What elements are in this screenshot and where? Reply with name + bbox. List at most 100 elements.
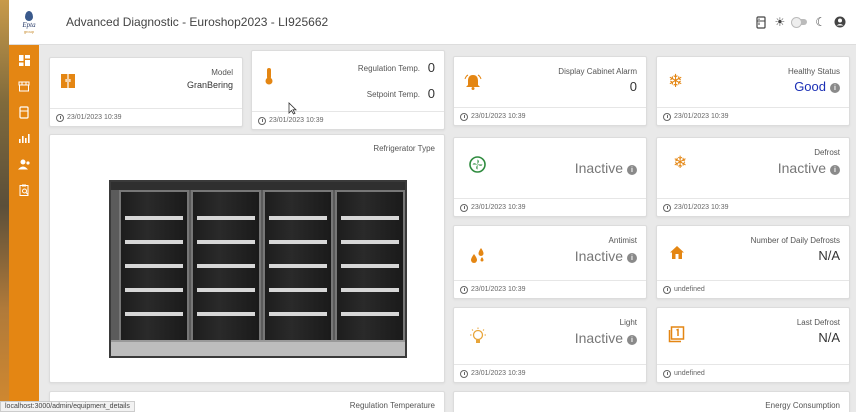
chart-icon[interactable]: [14, 131, 34, 145]
light-label: Light: [619, 318, 637, 327]
model-value: GranBering: [186, 80, 233, 90]
info-icon[interactable]: i: [627, 165, 637, 176]
light-value-wrap: Inactive i: [575, 330, 637, 346]
temperature-card: Regulation Temp. 0 Setpoint Temp. 0 23/0…: [251, 50, 445, 130]
lightbulb-icon: [469, 327, 487, 350]
logo-drop-icon: [25, 10, 33, 21]
info-icon[interactable]: i: [830, 83, 840, 94]
snowflake-icon: ❄: [668, 71, 684, 91]
timestamp: 23/01/2023 10:39: [471, 204, 526, 211]
clock-icon: [460, 285, 468, 294]
report-icon[interactable]: [14, 183, 34, 197]
thermometer-icon: [264, 67, 274, 89]
regulation-temp-value: 0: [427, 60, 435, 75]
healthy-label: Healthy Status: [787, 67, 840, 76]
defrost-value: Inactive: [777, 160, 826, 176]
refrigerator-type-label: Refrigerator Type: [373, 144, 435, 153]
model-label: Model: [211, 68, 233, 77]
page-title: Advanced Diagnostic - Euroshop2023 - LI9…: [66, 15, 329, 29]
model-footer: 23/01/2023 10:39: [50, 108, 242, 126]
daily-defrosts-value: N/A: [818, 248, 840, 263]
top-header: Epta group Advanced Diagnostic - Eurosho…: [9, 0, 856, 45]
daily-defrosts-card: Number of Daily Defrosts N/A undefined: [656, 225, 850, 299]
door-icon: [60, 73, 76, 93]
timestamp: 23/01/2023 10:39: [269, 117, 324, 124]
daily-defrosts-footer: undefined: [657, 280, 849, 298]
alarm-label: Display Cabinet Alarm: [558, 67, 637, 76]
defrost-value-wrap: Inactive i: [778, 160, 840, 176]
store-icon[interactable]: [14, 79, 34, 93]
background-strip: [0, 0, 9, 412]
clock-icon: [663, 203, 671, 212]
users-icon[interactable]: [14, 157, 34, 171]
home-icon: [669, 245, 685, 264]
logo-word: Epta: [22, 20, 36, 29]
regulation-temp-label: Regulation Temp.: [357, 64, 420, 73]
regulation-temperature-label: Regulation Temperature: [349, 401, 435, 410]
timestamp: 23/01/2023 10:39: [674, 204, 729, 211]
setpoint-temp-label: Setpoint Temp.: [366, 90, 420, 99]
clock-icon: [663, 112, 671, 121]
info-icon[interactable]: i: [627, 335, 637, 346]
daily-defrosts-label: Number of Daily Defrosts: [750, 236, 840, 245]
dashboard-icon[interactable]: [14, 53, 34, 67]
fan-value: Inactive: [574, 160, 623, 176]
droplets-icon: [469, 246, 487, 268]
logo-sub: group: [23, 28, 35, 34]
last-defrost-label: Last Defrost: [796, 318, 840, 327]
sun-icon[interactable]: ☀: [774, 15, 785, 29]
antimist-label: Antimist: [608, 236, 637, 245]
user-icon[interactable]: [834, 16, 846, 28]
clock-icon: [663, 369, 671, 378]
timestamp: 23/01/2023 10:39: [471, 113, 526, 120]
antimist-value-wrap: Inactive i: [575, 248, 637, 264]
moon-icon[interactable]: ☾: [815, 15, 826, 29]
fan-value-wrap: Inactive i: [575, 160, 637, 176]
browser-status-url: localhost:3000/admin/equipment_details: [0, 401, 135, 412]
sidebar: [9, 45, 39, 412]
defrost-icon: ❄: [673, 153, 688, 172]
epta-logo[interactable]: Epta group: [13, 0, 45, 45]
last-defrost-value: N/A: [818, 330, 840, 345]
fan-footer: 23/01/2023 10:39: [454, 198, 646, 216]
antimist-footer: 23/01/2023 10:39: [454, 280, 646, 298]
timestamp: 23/01/2023 10:39: [67, 114, 122, 121]
clock-icon: [460, 203, 468, 212]
timestamp: undefined: [674, 370, 705, 377]
healthy-status-card: ❄ Healthy Status Good i 23/01/2023 10:39: [656, 56, 850, 126]
model-card: Model GranBering 23/01/2023 10:39: [49, 57, 243, 127]
defrost-card: ❄ Defrost Inactive i 23/01/2023 10:39: [656, 137, 850, 217]
mouse-cursor: [288, 102, 297, 118]
timestamp: 23/01/2023 10:39: [471, 286, 526, 293]
energy-consumption-label: Energy Consumption: [765, 401, 840, 410]
alarm-value: 0: [629, 79, 637, 94]
fridge-icon[interactable]: [14, 105, 34, 119]
alarm-footer: 23/01/2023 10:39: [454, 107, 646, 125]
clock-icon: [663, 285, 671, 294]
healthy-value-wrap: Good i: [794, 79, 840, 94]
light-footer: 23/01/2023 10:39: [454, 364, 646, 382]
temperature-footer: 23/01/2023 10:39: [252, 111, 444, 129]
fan-card: Inactive i 23/01/2023 10:39: [453, 137, 647, 217]
calendar-one-icon: [668, 326, 685, 347]
refrigerator-image: [109, 180, 407, 358]
theme-toggle[interactable]: [791, 17, 808, 28]
fridge-icon[interactable]: [756, 15, 767, 29]
light-value: Inactive: [574, 330, 623, 346]
alarm-card: Display Cabinet Alarm 0 23/01/2023 10:39: [453, 56, 647, 126]
fan-icon: [469, 156, 486, 177]
light-card: Light Inactive i 23/01/2023 10:39: [453, 307, 647, 383]
main-content: Model GranBering 23/01/2023 10:39 Regula…: [39, 45, 856, 412]
bell-icon: [464, 74, 482, 94]
defrost-footer: 23/01/2023 10:39: [657, 198, 849, 216]
defrost-label: Defrost: [814, 148, 840, 157]
info-icon[interactable]: i: [627, 253, 637, 264]
clock-icon: [460, 112, 468, 121]
energy-consumption-card: Energy Consumption: [453, 391, 850, 412]
timestamp: undefined: [674, 286, 705, 293]
healthy-footer: 23/01/2023 10:39: [657, 107, 849, 125]
info-icon[interactable]: i: [830, 165, 840, 176]
setpoint-temp-value: 0: [427, 86, 435, 101]
last-defrost-card: Last Defrost N/A undefined: [656, 307, 850, 383]
clock-icon: [56, 113, 64, 122]
